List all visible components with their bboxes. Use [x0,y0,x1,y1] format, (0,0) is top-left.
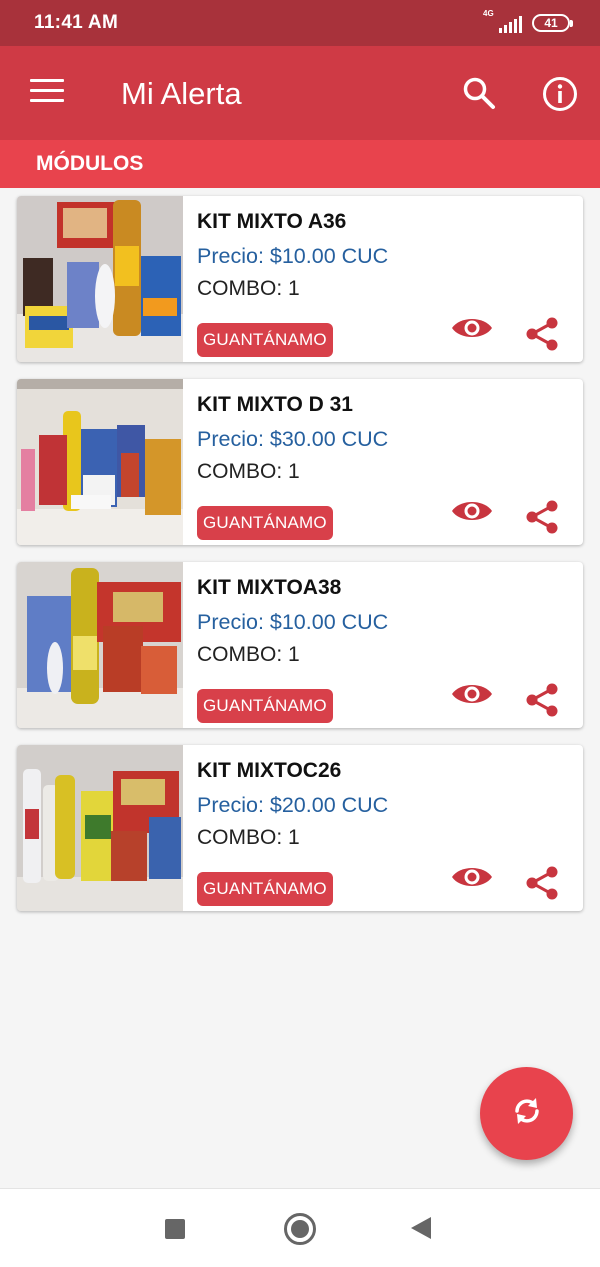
product-price: Precio: $30.00 CUC [197,427,389,451]
product-card[interactable]: KIT MIXTOA38 Precio: $10.00 CUC COMBO: 1… [17,562,583,728]
network-type: 4G [483,9,494,18]
product-card[interactable]: KIT MIXTOC26 Precio: $20.00 CUC COMBO: 1… [17,745,583,911]
product-combo: COMBO: 1 [197,460,300,483]
eye-icon[interactable] [451,862,493,892]
product-price: Precio: $10.00 CUC [197,610,389,634]
menu-icon[interactable] [30,79,64,105]
product-image [17,379,183,545]
product-card[interactable]: KIT MIXTO D 31 Precio: $30.00 CUC COMBO:… [17,379,583,545]
share-icon[interactable] [525,316,559,352]
info-icon[interactable] [542,76,578,112]
product-image [17,196,183,362]
province-badge: GUANTÁNAMO [197,323,333,357]
eye-icon[interactable] [451,679,493,709]
share-icon[interactable] [525,499,559,535]
refresh-button[interactable] [480,1067,573,1160]
product-title: KIT MIXTO D 31 [197,393,353,416]
province-badge: GUANTÁNAMO [197,506,333,540]
province-badge: GUANTÁNAMO [197,689,333,723]
refresh-icon [511,1095,543,1132]
battery-icon: 41 [532,14,573,32]
product-card[interactable]: KIT MIXTO A36 Precio: $10.00 CUC COMBO: … [17,196,583,362]
product-image [17,745,183,911]
product-title: KIT MIXTOC26 [197,759,342,782]
product-combo: COMBO: 1 [197,277,300,300]
product-title: KIT MIXTOA38 [197,576,342,599]
search-icon[interactable] [462,76,496,110]
app-title: Mi Alerta [121,76,242,111]
product-list: KIT MIXTO A36 Precio: $10.00 CUC COMBO: … [17,196,583,928]
product-image [17,562,183,728]
product-price: Precio: $10.00 CUC [197,244,389,268]
system-nav-bar [0,1188,600,1267]
status-time: 11:41 AM [34,12,119,33]
share-icon[interactable] [525,865,559,901]
product-combo: COMBO: 1 [197,826,300,849]
home-icon[interactable] [284,1213,316,1245]
section-title: MÓDULOS [36,152,144,175]
signal-icon: 4G [483,9,522,33]
section-header: MÓDULOS [0,140,600,188]
product-title: KIT MIXTO A36 [197,210,347,233]
eye-icon[interactable] [451,313,493,343]
battery-level: 41 [544,16,558,30]
product-price: Precio: $20.00 CUC [197,793,389,817]
status-icons: 4G 41 [483,9,573,33]
province-badge: GUANTÁNAMO [197,872,333,906]
product-combo: COMBO: 1 [197,643,300,666]
status-bar: 11:41 AM 4G 41 [0,0,600,46]
back-icon[interactable] [411,1217,431,1239]
eye-icon[interactable] [451,496,493,526]
recent-apps-icon[interactable] [165,1219,185,1239]
app-bar: Mi Alerta [0,46,600,140]
share-icon[interactable] [525,682,559,718]
